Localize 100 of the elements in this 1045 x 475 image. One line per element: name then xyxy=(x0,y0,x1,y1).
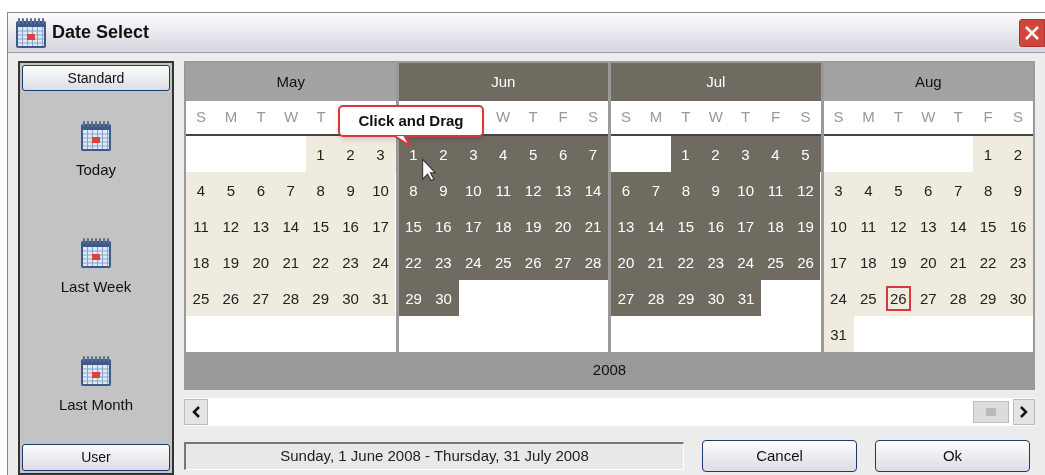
day-cell[interactable]: 6 xyxy=(548,136,579,172)
day-cell[interactable]: 23 xyxy=(700,244,731,280)
day-cell[interactable]: 16 xyxy=(428,208,459,244)
day-cell[interactable]: 30 xyxy=(1003,280,1033,316)
day-cell[interactable]: 27 xyxy=(548,244,579,280)
day-cell[interactable]: 27 xyxy=(245,280,276,316)
scroll-left-button[interactable] xyxy=(184,399,208,425)
cancel-button[interactable]: Cancel xyxy=(702,440,857,472)
day-cell[interactable]: 24 xyxy=(730,244,761,280)
day-cell[interactable]: 18 xyxy=(488,208,519,244)
day-cell[interactable]: 23 xyxy=(428,244,459,280)
day-cell[interactable]: 29 xyxy=(398,280,429,316)
day-cell[interactable]: 26 xyxy=(518,244,549,280)
day-cell[interactable]: 12 xyxy=(790,172,821,208)
day-cell[interactable]: 19 xyxy=(518,208,549,244)
day-cell[interactable]: 16 xyxy=(335,208,366,244)
day-cell[interactable]: 11 xyxy=(853,208,884,244)
day-cell[interactable]: 10 xyxy=(458,172,489,208)
shortcut-label[interactable]: Last Month xyxy=(58,393,134,417)
day-cell[interactable]: 22 xyxy=(670,244,701,280)
day-cell[interactable]: 8 xyxy=(670,172,701,208)
day-cell[interactable]: 7 xyxy=(640,172,671,208)
shortcut-label[interactable]: Last Week xyxy=(60,276,132,299)
day-cell[interactable]: 25 xyxy=(760,244,791,280)
day-cell[interactable]: 16 xyxy=(700,208,731,244)
day-cell[interactable]: 13 xyxy=(611,208,641,244)
day-cell[interactable]: 25 xyxy=(853,280,884,316)
day-cell[interactable]: 30 xyxy=(335,280,366,316)
day-cell[interactable]: 5 xyxy=(215,172,246,208)
day-cell[interactable]: 13 xyxy=(548,172,579,208)
day-cell[interactable]: 12 xyxy=(518,172,549,208)
day-cell[interactable]: 21 xyxy=(275,244,306,280)
day-cell[interactable]: 4 xyxy=(186,172,216,208)
ok-button[interactable]: Ok xyxy=(875,440,1030,472)
day-cell[interactable]: 15 xyxy=(398,208,429,244)
day-cell[interactable]: 18 xyxy=(186,244,216,280)
day-cell[interactable]: 15 xyxy=(305,208,336,244)
day-cell[interactable]: 15 xyxy=(670,208,701,244)
day-cell[interactable]: 12 xyxy=(883,208,914,244)
day-cell[interactable]: 17 xyxy=(730,208,761,244)
day-cell[interactable]: 1 xyxy=(305,136,336,172)
day-cell[interactable]: 21 xyxy=(578,208,608,244)
day-cell[interactable]: 29 xyxy=(305,280,336,316)
day-cell[interactable]: 10 xyxy=(730,172,761,208)
day-cell[interactable]: 4 xyxy=(760,136,791,172)
day-cell[interactable]: 5 xyxy=(883,172,914,208)
day-cell[interactable]: 18 xyxy=(760,208,791,244)
day-cell[interactable]: 2 xyxy=(700,136,731,172)
user-button[interactable]: User xyxy=(22,444,170,471)
day-cell[interactable]: 20 xyxy=(611,244,641,280)
day-cell[interactable]: 5 xyxy=(790,136,821,172)
day-cell[interactable]: 24 xyxy=(458,244,489,280)
day-cell[interactable]: 22 xyxy=(973,244,1004,280)
day-cell[interactable]: 27 xyxy=(611,280,641,316)
scroll-thumb[interactable] xyxy=(973,401,1009,423)
day-cell[interactable]: 11 xyxy=(488,172,519,208)
day-cell[interactable]: 7 xyxy=(578,136,608,172)
day-cell[interactable]: 10 xyxy=(365,172,396,208)
day-cell[interactable]: 9 xyxy=(428,172,459,208)
day-cell[interactable]: 9 xyxy=(700,172,731,208)
standard-button[interactable]: Standard xyxy=(22,65,170,91)
day-cell[interactable]: 8 xyxy=(305,172,336,208)
day-cell[interactable]: 29 xyxy=(671,280,701,316)
day-cell[interactable]: 25 xyxy=(186,280,216,316)
day-cell[interactable]: 26 xyxy=(215,280,246,316)
day-cell[interactable]: 9 xyxy=(1003,172,1033,208)
month-header[interactable]: Jun xyxy=(398,63,608,101)
day-cell[interactable]: 6 xyxy=(913,172,944,208)
day-cell[interactable]: 19 xyxy=(883,244,914,280)
day-cell[interactable]: 30 xyxy=(701,280,731,316)
day-cell[interactable]: 23 xyxy=(1003,244,1033,280)
day-cell[interactable]: 7 xyxy=(275,172,306,208)
day-cell[interactable]: 6 xyxy=(611,172,641,208)
day-cell[interactable]: 28 xyxy=(641,280,671,316)
day-cell[interactable]: 14 xyxy=(640,208,671,244)
month-header[interactable]: May xyxy=(186,63,396,101)
day-cell[interactable]: 16 xyxy=(1003,208,1033,244)
day-cell[interactable]: 24 xyxy=(823,280,854,316)
day-cell[interactable]: 10 xyxy=(823,208,854,244)
day-cell[interactable]: 17 xyxy=(823,244,854,280)
day-cell[interactable]: 8 xyxy=(398,172,429,208)
month-header[interactable]: Jul xyxy=(611,63,821,101)
day-cell[interactable]: 28 xyxy=(275,280,306,316)
day-cell[interactable]: 15 xyxy=(973,208,1004,244)
day-cell[interactable]: 28 xyxy=(578,244,608,280)
scroll-right-button[interactable] xyxy=(1013,399,1035,425)
day-cell[interactable]: 3 xyxy=(458,136,489,172)
day-cell[interactable]: 5 xyxy=(518,136,549,172)
day-cell[interactable]: 2 xyxy=(1003,136,1033,172)
day-cell[interactable]: 31 xyxy=(823,316,854,352)
month-header[interactable]: Aug xyxy=(823,63,1033,101)
day-cell[interactable]: 31 xyxy=(365,280,396,316)
day-cell[interactable]: 22 xyxy=(398,244,429,280)
shortcut-label[interactable]: Today xyxy=(76,158,116,182)
day-cell[interactable]: 11 xyxy=(760,172,791,208)
day-cell[interactable]: 1 xyxy=(670,136,701,172)
day-cell[interactable]: 7 xyxy=(943,172,974,208)
day-cell[interactable]: 21 xyxy=(943,244,974,280)
day-cell[interactable]: 26 xyxy=(790,244,821,280)
day-cell[interactable]: 4 xyxy=(853,172,884,208)
